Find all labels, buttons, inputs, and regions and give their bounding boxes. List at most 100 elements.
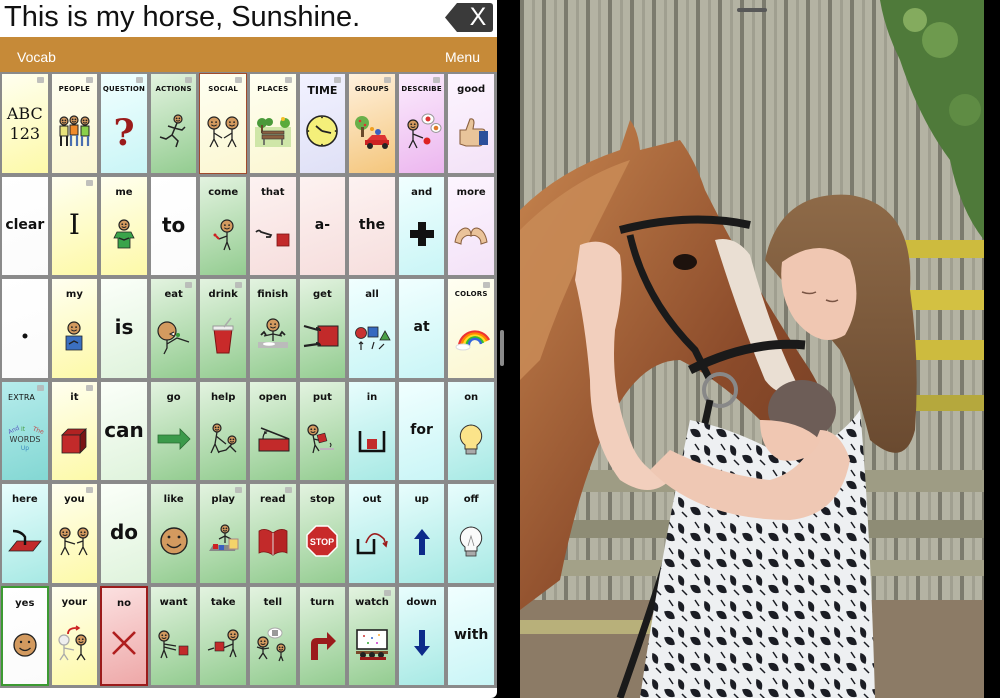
cell-label: open bbox=[258, 391, 287, 403]
cell-label: play bbox=[211, 494, 235, 505]
people-icon bbox=[54, 111, 94, 151]
cell-label: you bbox=[64, 494, 85, 505]
vocab-cell-do[interactable]: do bbox=[100, 483, 148, 584]
vocab-cell-eat[interactable]: eat bbox=[149, 278, 198, 379]
vocab-cell-go[interactable]: go bbox=[149, 380, 198, 481]
vocab-cell-a[interactable]: a- bbox=[298, 175, 347, 276]
folder-link-icon bbox=[86, 77, 94, 83]
message-bar[interactable]: This is my horse, Sunshine. X bbox=[0, 0, 497, 36]
vocab-cell-for[interactable]: for bbox=[397, 380, 446, 481]
open-box-icon bbox=[253, 419, 293, 459]
vocab-cell-that[interactable]: that bbox=[248, 175, 297, 276]
vocab-cell-watch[interactable]: watch bbox=[348, 585, 396, 686]
vocab-cell-stop[interactable]: stop STOP bbox=[298, 483, 347, 584]
cell-label: me bbox=[115, 186, 133, 198]
folder-link-icon bbox=[284, 77, 292, 83]
vocab-cell-i[interactable]: I bbox=[50, 175, 99, 276]
vocab-cell-no[interactable]: no bbox=[100, 585, 148, 686]
cell-label: eat bbox=[164, 289, 183, 300]
vocab-cell-open[interactable]: open bbox=[248, 380, 297, 481]
photo-panel bbox=[520, 0, 984, 698]
menu-button[interactable]: Menu bbox=[445, 37, 480, 77]
vocab-cell-and[interactable]: and bbox=[397, 175, 446, 276]
folder-link-icon bbox=[234, 282, 242, 288]
vocab-cell-here[interactable]: here bbox=[1, 483, 49, 584]
vocab-cell-time[interactable]: TIME bbox=[298, 73, 347, 174]
vocab-cell-yes[interactable]: yes bbox=[1, 585, 49, 686]
split-view-handle[interactable] bbox=[500, 330, 504, 366]
cell-word: at bbox=[413, 319, 430, 336]
vocab-cell-good[interactable]: good bbox=[447, 73, 495, 174]
vocab-cell-clear[interactable]: clear bbox=[1, 175, 49, 276]
vocab-cell-play[interactable]: play bbox=[199, 483, 247, 584]
vocab-cell-put[interactable]: put bbox=[298, 380, 347, 481]
vocab-cell-help[interactable]: help bbox=[199, 380, 247, 481]
vocab-cell-off[interactable]: off bbox=[447, 483, 495, 584]
light-bulb-off-icon bbox=[451, 521, 491, 561]
vocab-cell-extra[interactable]: EXTRA And It The WORDS Up bbox=[1, 380, 49, 481]
vocab-cell-up[interactable]: up bbox=[397, 483, 446, 584]
vocab-cell-social[interactable]: SOCIAL bbox=[199, 73, 247, 174]
vocab-cell-more[interactable]: more bbox=[447, 175, 495, 276]
smiley-face-icon bbox=[154, 521, 194, 561]
vocab-cell-all[interactable]: all bbox=[348, 278, 396, 379]
vocab-cell-get[interactable]: get bbox=[298, 278, 347, 379]
vocab-cell-me[interactable]: me bbox=[100, 175, 148, 276]
cell-label: like bbox=[163, 494, 184, 505]
vocab-cell-it[interactable]: it bbox=[50, 380, 99, 481]
vocab-cell-out[interactable]: out bbox=[348, 483, 396, 584]
vocab-cell-want[interactable]: want bbox=[149, 585, 198, 686]
vocab-cell-question[interactable]: QUESTION? bbox=[100, 73, 148, 174]
cell-label: TIME bbox=[307, 84, 338, 97]
folder-link-icon bbox=[86, 384, 94, 391]
vocab-cell-tell[interactable]: tell bbox=[248, 585, 297, 686]
folder-link-icon bbox=[383, 589, 391, 596]
folder-link-icon bbox=[135, 77, 143, 83]
cell-label: COLORS bbox=[454, 290, 488, 298]
vocab-cell-people[interactable]: PEOPLE bbox=[50, 73, 99, 174]
cell-label: PEOPLE bbox=[58, 85, 91, 93]
vocab-cell-is[interactable]: is bbox=[100, 278, 148, 379]
vocab-cell-drink[interactable]: drink bbox=[199, 278, 247, 379]
cell-label: turn bbox=[310, 596, 335, 608]
svg-text:It: It bbox=[21, 426, 26, 433]
in-container-icon bbox=[352, 419, 392, 459]
backspace-button[interactable]: X bbox=[444, 2, 494, 33]
vocab-cell-take[interactable]: take bbox=[199, 585, 247, 686]
folder-link-icon bbox=[234, 77, 242, 83]
vocab-cell-in[interactable]: in bbox=[348, 380, 396, 481]
vocab-cell-to[interactable]: to bbox=[149, 175, 198, 276]
vocab-cell-on[interactable]: on bbox=[447, 380, 495, 481]
vocab-cell-abc-123[interactable]: ABC 123 bbox=[1, 73, 49, 174]
vocab-cell-finish[interactable]: finish bbox=[248, 278, 297, 379]
vocab-cell-turn[interactable]: turn bbox=[298, 585, 347, 686]
vocab-cell-your[interactable]: your bbox=[50, 585, 99, 686]
vocab-cell-you[interactable]: you bbox=[50, 483, 99, 584]
cell-label: DESCRIBE bbox=[401, 85, 442, 93]
vocab-cell-at[interactable]: at bbox=[397, 278, 446, 379]
vocab-cell-describe[interactable]: DESCRIBE bbox=[397, 73, 446, 174]
numbers-text: 123 bbox=[9, 124, 41, 143]
photo-drag-handle[interactable] bbox=[737, 8, 767, 12]
vocab-cell-like[interactable]: like bbox=[149, 483, 198, 584]
stop-sign-text: STOP bbox=[310, 537, 334, 547]
svg-text:Up: Up bbox=[21, 445, 29, 452]
vocab-cell-colors[interactable]: COLORS bbox=[447, 278, 495, 379]
arrow-down-icon bbox=[402, 624, 442, 664]
vocab-cell-groups[interactable]: GROUPS bbox=[348, 73, 396, 174]
vocab-cell-places[interactable]: PLACES bbox=[248, 73, 297, 174]
cup-icon bbox=[203, 316, 243, 356]
me-person-icon bbox=[104, 214, 144, 254]
vocab-cell-can[interactable]: can bbox=[100, 380, 148, 481]
vocab-cell-the[interactable]: the bbox=[348, 175, 396, 276]
horse-photo bbox=[520, 0, 984, 698]
vocab-cell-my[interactable]: my bbox=[50, 278, 99, 379]
vocab-cell-period[interactable] bbox=[1, 278, 49, 379]
vocab-cell-come[interactable]: come bbox=[199, 175, 247, 276]
vocab-cell-down[interactable]: down bbox=[397, 585, 446, 686]
x-mark-icon bbox=[104, 623, 144, 663]
vocab-cell-read[interactable]: read bbox=[248, 483, 297, 584]
vocab-button[interactable]: Vocab bbox=[17, 37, 56, 77]
vocab-cell-with[interactable]: with bbox=[447, 585, 495, 686]
vocab-cell-actions[interactable]: ACTIONS bbox=[149, 73, 198, 174]
